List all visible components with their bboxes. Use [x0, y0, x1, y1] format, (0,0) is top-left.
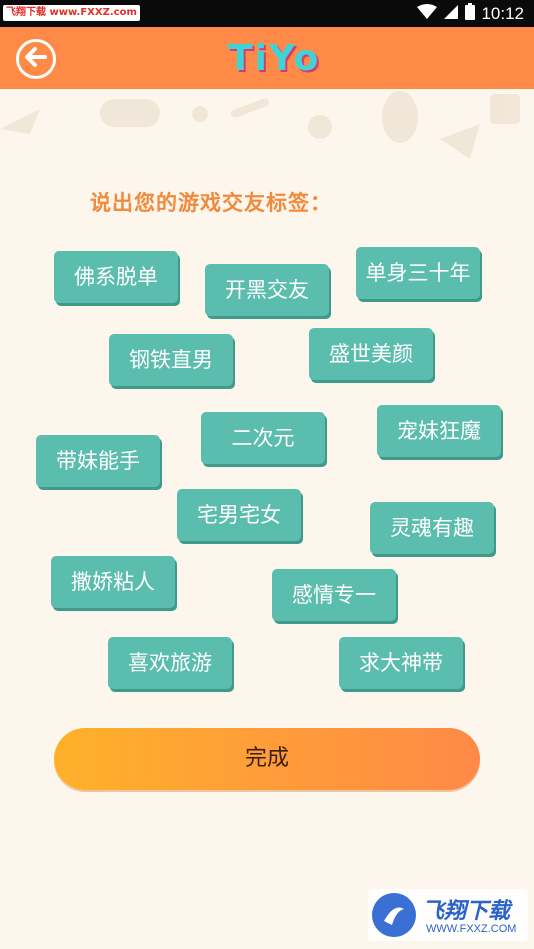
watermark-url: WWW.FXXZ.COM: [426, 923, 517, 935]
tag-button[interactable]: 宠妹狂魔: [377, 405, 501, 457]
status-time: 10:12: [481, 3, 524, 23]
app-logo: TiYo: [228, 37, 320, 79]
status-icons: 10:12: [417, 0, 524, 27]
watermark-logo-icon: [372, 893, 416, 937]
battery-icon: [465, 3, 476, 24]
back-button[interactable]: [16, 39, 56, 79]
tag-button[interactable]: 单身三十年: [356, 247, 480, 299]
done-button[interactable]: 完成: [54, 728, 480, 790]
wifi-icon: [417, 3, 438, 24]
status-bar: 飞翔下载 www.FXXZ.com 10:12: [0, 0, 534, 27]
tag-button[interactable]: 二次元: [201, 412, 325, 464]
watermark-label: 飞翔下载 www.FXXZ.com: [3, 5, 140, 21]
watermark-title: 飞翔下载: [422, 899, 511, 924]
tag-button[interactable]: 宅男宅女: [177, 489, 301, 541]
watermark-badge: 飞翔下载 WWW.FXXZ.COM: [368, 889, 528, 941]
tag-button[interactable]: 感情专一: [272, 569, 396, 621]
tag-button[interactable]: 佛系脱单: [54, 251, 178, 303]
tag-button[interactable]: 钢铁直男: [109, 334, 233, 386]
header-bar: TiYo: [0, 27, 534, 89]
tag-button[interactable]: 灵魂有趣: [370, 502, 494, 554]
tag-button[interactable]: 喜欢旅游: [108, 637, 232, 689]
tag-button[interactable]: 撒娇粘人: [51, 556, 175, 608]
logo-text: TiYo: [228, 38, 321, 79]
tag-button[interactable]: 开黑交友: [205, 264, 329, 316]
arrow-left-icon: [25, 47, 47, 71]
tag-button[interactable]: 盛世美颜: [309, 328, 433, 380]
prompt-heading: 说出您的游戏交友标签：: [90, 191, 332, 215]
background-decoration: [0, 91, 520, 159]
signal-icon: [443, 4, 459, 24]
tag-button[interactable]: 带妹能手: [36, 435, 160, 487]
tag-button[interactable]: 求大神带: [339, 637, 463, 689]
